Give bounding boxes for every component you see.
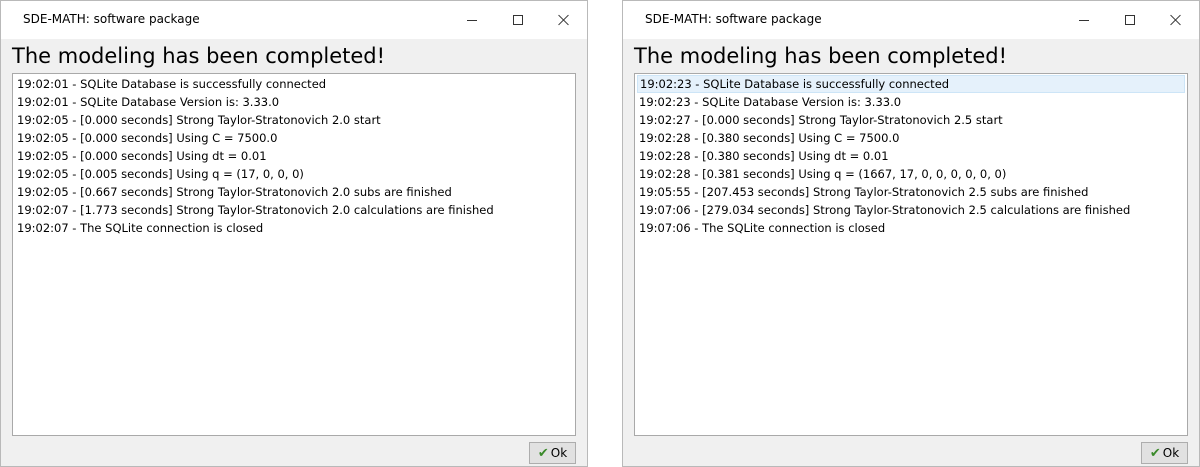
log-list[interactable]: 19:02:23 - SQLite Database is successful… — [634, 73, 1188, 436]
minimize-icon — [467, 19, 477, 21]
log-line[interactable]: 19:02:05 - [0.667 seconds] Strong Taylor… — [15, 183, 573, 201]
maximize-button[interactable] — [1107, 1, 1153, 39]
log-line[interactable]: 19:02:01 - SQLite Database Version is: 3… — [15, 93, 573, 111]
title-bar[interactable]: SDE-MATH: software package — [1, 1, 587, 39]
maximize-icon — [1125, 15, 1135, 25]
log-line[interactable]: 19:07:06 - The SQLite connection is clos… — [637, 219, 1185, 237]
completion-heading: The modeling has been completed! — [634, 44, 1008, 68]
log-line[interactable]: 19:05:55 - [207.453 seconds] Strong Tayl… — [637, 183, 1185, 201]
log-line[interactable]: 19:02:27 - [0.000 seconds] Strong Taylor… — [637, 111, 1185, 129]
close-button[interactable] — [1153, 1, 1199, 39]
log-line[interactable]: 19:07:06 - [279.034 seconds] Strong Tayl… — [637, 201, 1185, 219]
ok-button[interactable]: ✔ Ok — [1141, 442, 1188, 464]
close-button[interactable] — [541, 1, 587, 39]
title-bar[interactable]: SDE-MATH: software package — [623, 1, 1199, 39]
log-list[interactable]: 19:02:01 - SQLite Database is successful… — [12, 73, 576, 436]
window-title: SDE-MATH: software package — [645, 12, 822, 26]
result-window-left: SDE-MATH: software package The modeling … — [0, 0, 588, 467]
log-line-selected[interactable]: 19:02:23 - SQLite Database is successful… — [637, 75, 1185, 93]
check-icon: ✔ — [1149, 445, 1161, 461]
log-line[interactable]: 19:02:05 - [0.000 seconds] Using C = 750… — [15, 129, 573, 147]
maximize-icon — [513, 15, 523, 25]
minimize-icon — [1079, 19, 1089, 21]
log-line[interactable]: 19:02:28 - [0.380 seconds] Using dt = 0.… — [637, 147, 1185, 165]
close-icon — [1170, 14, 1182, 26]
minimize-button[interactable] — [1061, 1, 1107, 39]
ok-label: Ok — [550, 446, 568, 460]
minimize-button[interactable] — [449, 1, 495, 39]
log-line[interactable]: 19:02:07 - [1.773 seconds] Strong Taylor… — [15, 201, 573, 219]
log-line[interactable]: 19:02:28 - [0.381 seconds] Using q = (16… — [637, 165, 1185, 183]
log-line[interactable]: 19:02:05 - [0.000 seconds] Using dt = 0.… — [15, 147, 573, 165]
ok-label: Ok — [1162, 446, 1180, 460]
log-line[interactable]: 19:02:05 - [0.000 seconds] Strong Taylor… — [15, 111, 573, 129]
log-line[interactable]: 19:02:05 - [0.005 seconds] Using q = (17… — [15, 165, 573, 183]
log-line[interactable]: 19:02:23 - SQLite Database Version is: 3… — [637, 93, 1185, 111]
log-line[interactable]: 19:02:01 - SQLite Database is successful… — [15, 75, 573, 93]
close-icon — [558, 14, 570, 26]
window-title: SDE-MATH: software package — [23, 12, 200, 26]
maximize-button[interactable] — [495, 1, 541, 39]
completion-heading: The modeling has been completed! — [12, 44, 386, 68]
log-line[interactable]: 19:02:07 - The SQLite connection is clos… — [15, 219, 573, 237]
check-icon: ✔ — [537, 445, 549, 461]
log-line[interactable]: 19:02:28 - [0.380 seconds] Using C = 750… — [637, 129, 1185, 147]
result-window-right: SDE-MATH: software package The modeling … — [622, 0, 1200, 467]
ok-button[interactable]: ✔ Ok — [529, 442, 576, 464]
